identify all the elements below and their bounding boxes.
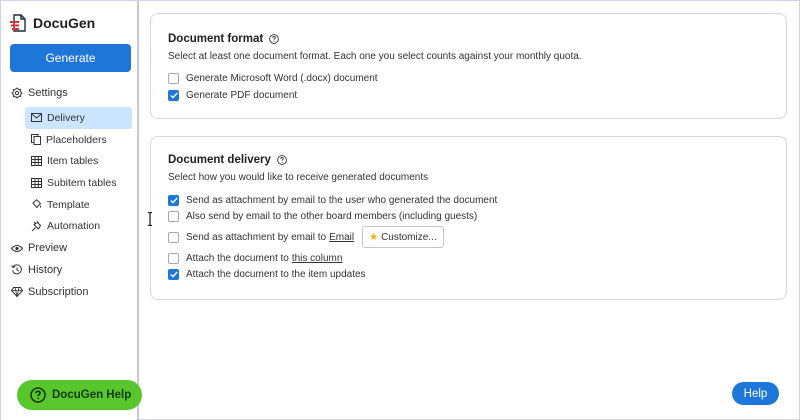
help-label: DocuGen Help	[52, 389, 132, 401]
delivery-option-item-updates[interactable]: Attach the document to the item updates	[168, 269, 366, 280]
option-label: Attach the document to the item updates	[186, 269, 366, 280]
checkbox-checked[interactable]	[168, 195, 179, 206]
help-circle-icon	[30, 387, 46, 403]
star-icon: ★	[369, 231, 379, 243]
sidebar-item-label: Automation	[47, 220, 101, 233]
plug-icon	[31, 220, 42, 232]
sidebar-item-preview[interactable]: Preview	[11, 240, 67, 256]
app-window: DocuGen Generate Settings Delivery Place…	[0, 0, 800, 420]
checkbox[interactable]	[168, 211, 179, 222]
delivery-option-email-board[interactable]: Also send by email to the other board me…	[168, 211, 477, 222]
document-format-description: Select at least one document format. Eac…	[168, 51, 582, 62]
sidebar-item-subscription[interactable]: Subscription	[11, 284, 89, 300]
checkmark-icon	[169, 271, 178, 278]
checkmark-icon	[169, 197, 178, 204]
checkbox[interactable]	[168, 253, 179, 264]
delivery-option-email-column[interactable]: Send as attachment by email to Email ★ C…	[168, 226, 444, 248]
customize-button[interactable]: ★ Customize...	[362, 226, 444, 248]
sidebar-item-label: Template	[47, 198, 90, 211]
sidebar-item-label: Preview	[28, 242, 68, 254]
sidebar-item-subitem-tables[interactable]: Subitem tables	[25, 172, 132, 194]
paint-bucket-icon	[32, 199, 42, 209]
sidebar-item-automation[interactable]: Automation	[25, 215, 132, 237]
sidebar-item-template[interactable]: Template	[25, 194, 132, 216]
mail-icon	[31, 113, 42, 123]
sidebar-item-label: Placeholders	[46, 133, 107, 146]
sidebar-item-delivery[interactable]: Delivery	[25, 107, 132, 129]
option-label: Attach the document to	[186, 253, 289, 264]
document-format-card: Document format Select at least one docu…	[150, 13, 787, 119]
sidebar-item-label: Delivery	[47, 111, 85, 124]
diamond-icon	[11, 287, 23, 297]
sidebar-item-label: Item tables	[47, 155, 99, 168]
option-label: Generate Microsoft Word (.docx) document	[186, 73, 378, 84]
document-delivery-description: Select how you would like to receive gen…	[168, 172, 429, 183]
sidebar-item-settings[interactable]: Settings	[11, 85, 68, 101]
option-label: Also send by email to the other board me…	[186, 211, 478, 222]
help-circle-icon[interactable]	[269, 34, 280, 44]
document-format-heading: Document format	[168, 33, 280, 45]
brand-name: DocuGen	[33, 15, 96, 31]
help-circle-icon[interactable]	[277, 155, 287, 165]
checkbox[interactable]	[168, 231, 179, 243]
customize-label: Customize...	[381, 231, 437, 243]
sidebar-item-label: History	[28, 264, 63, 276]
mouse-cursor-icon	[148, 212, 152, 226]
checkbox-checked[interactable]	[168, 90, 179, 101]
sidebar-item-item-tables[interactable]: Item tables	[25, 150, 132, 172]
delivery-option-email-user[interactable]: Send as attachment by email to the user …	[168, 195, 497, 206]
sidebar: DocuGen Generate Settings Delivery Place…	[1, 1, 139, 420]
document-delivery-card: Document delivery Select how you would l…	[150, 136, 787, 300]
copy-icon	[31, 134, 41, 146]
sidebar-item-label: Subscription	[28, 286, 89, 298]
section-title: Document format	[168, 33, 264, 45]
this-column-link[interactable]: this column	[292, 253, 343, 264]
option-label: Send as attachment by email to	[186, 231, 327, 243]
format-option-docx[interactable]: Generate Microsoft Word (.docx) document	[168, 73, 378, 84]
table-icon	[31, 156, 42, 167]
brand: DocuGen	[9, 12, 95, 34]
delivery-option-attach-column[interactable]: Attach the document to this column	[168, 253, 342, 264]
table-icon	[31, 177, 42, 188]
checkbox[interactable]	[168, 73, 179, 84]
checkbox-checked[interactable]	[168, 269, 179, 280]
section-title: Document delivery	[168, 154, 271, 166]
sidebar-item-placeholders[interactable]: Placeholders	[25, 129, 132, 151]
eye-icon	[11, 244, 23, 252]
gear-icon	[11, 87, 23, 99]
email-column-link[interactable]: Email	[329, 232, 354, 243]
generate-button[interactable]: Generate	[10, 44, 131, 72]
docugen-help-button[interactable]: DocuGen Help	[17, 380, 142, 410]
sidebar-item-label: Subitem tables	[47, 176, 117, 189]
option-label: Send as attachment by email to the user …	[186, 195, 498, 206]
history-icon	[11, 264, 22, 275]
option-label: Generate PDF document	[186, 90, 298, 101]
docugen-logo-icon	[10, 14, 26, 32]
format-option-pdf[interactable]: Generate PDF document	[168, 90, 297, 101]
settings-submenu: Delivery Placeholders Item tables Subite…	[25, 107, 132, 237]
sidebar-item-history[interactable]: History	[11, 262, 62, 278]
sidebar-item-label: Settings	[28, 87, 68, 99]
help-button[interactable]: Help	[732, 382, 779, 405]
checkmark-icon	[169, 92, 178, 99]
document-delivery-heading: Document delivery	[168, 154, 287, 166]
